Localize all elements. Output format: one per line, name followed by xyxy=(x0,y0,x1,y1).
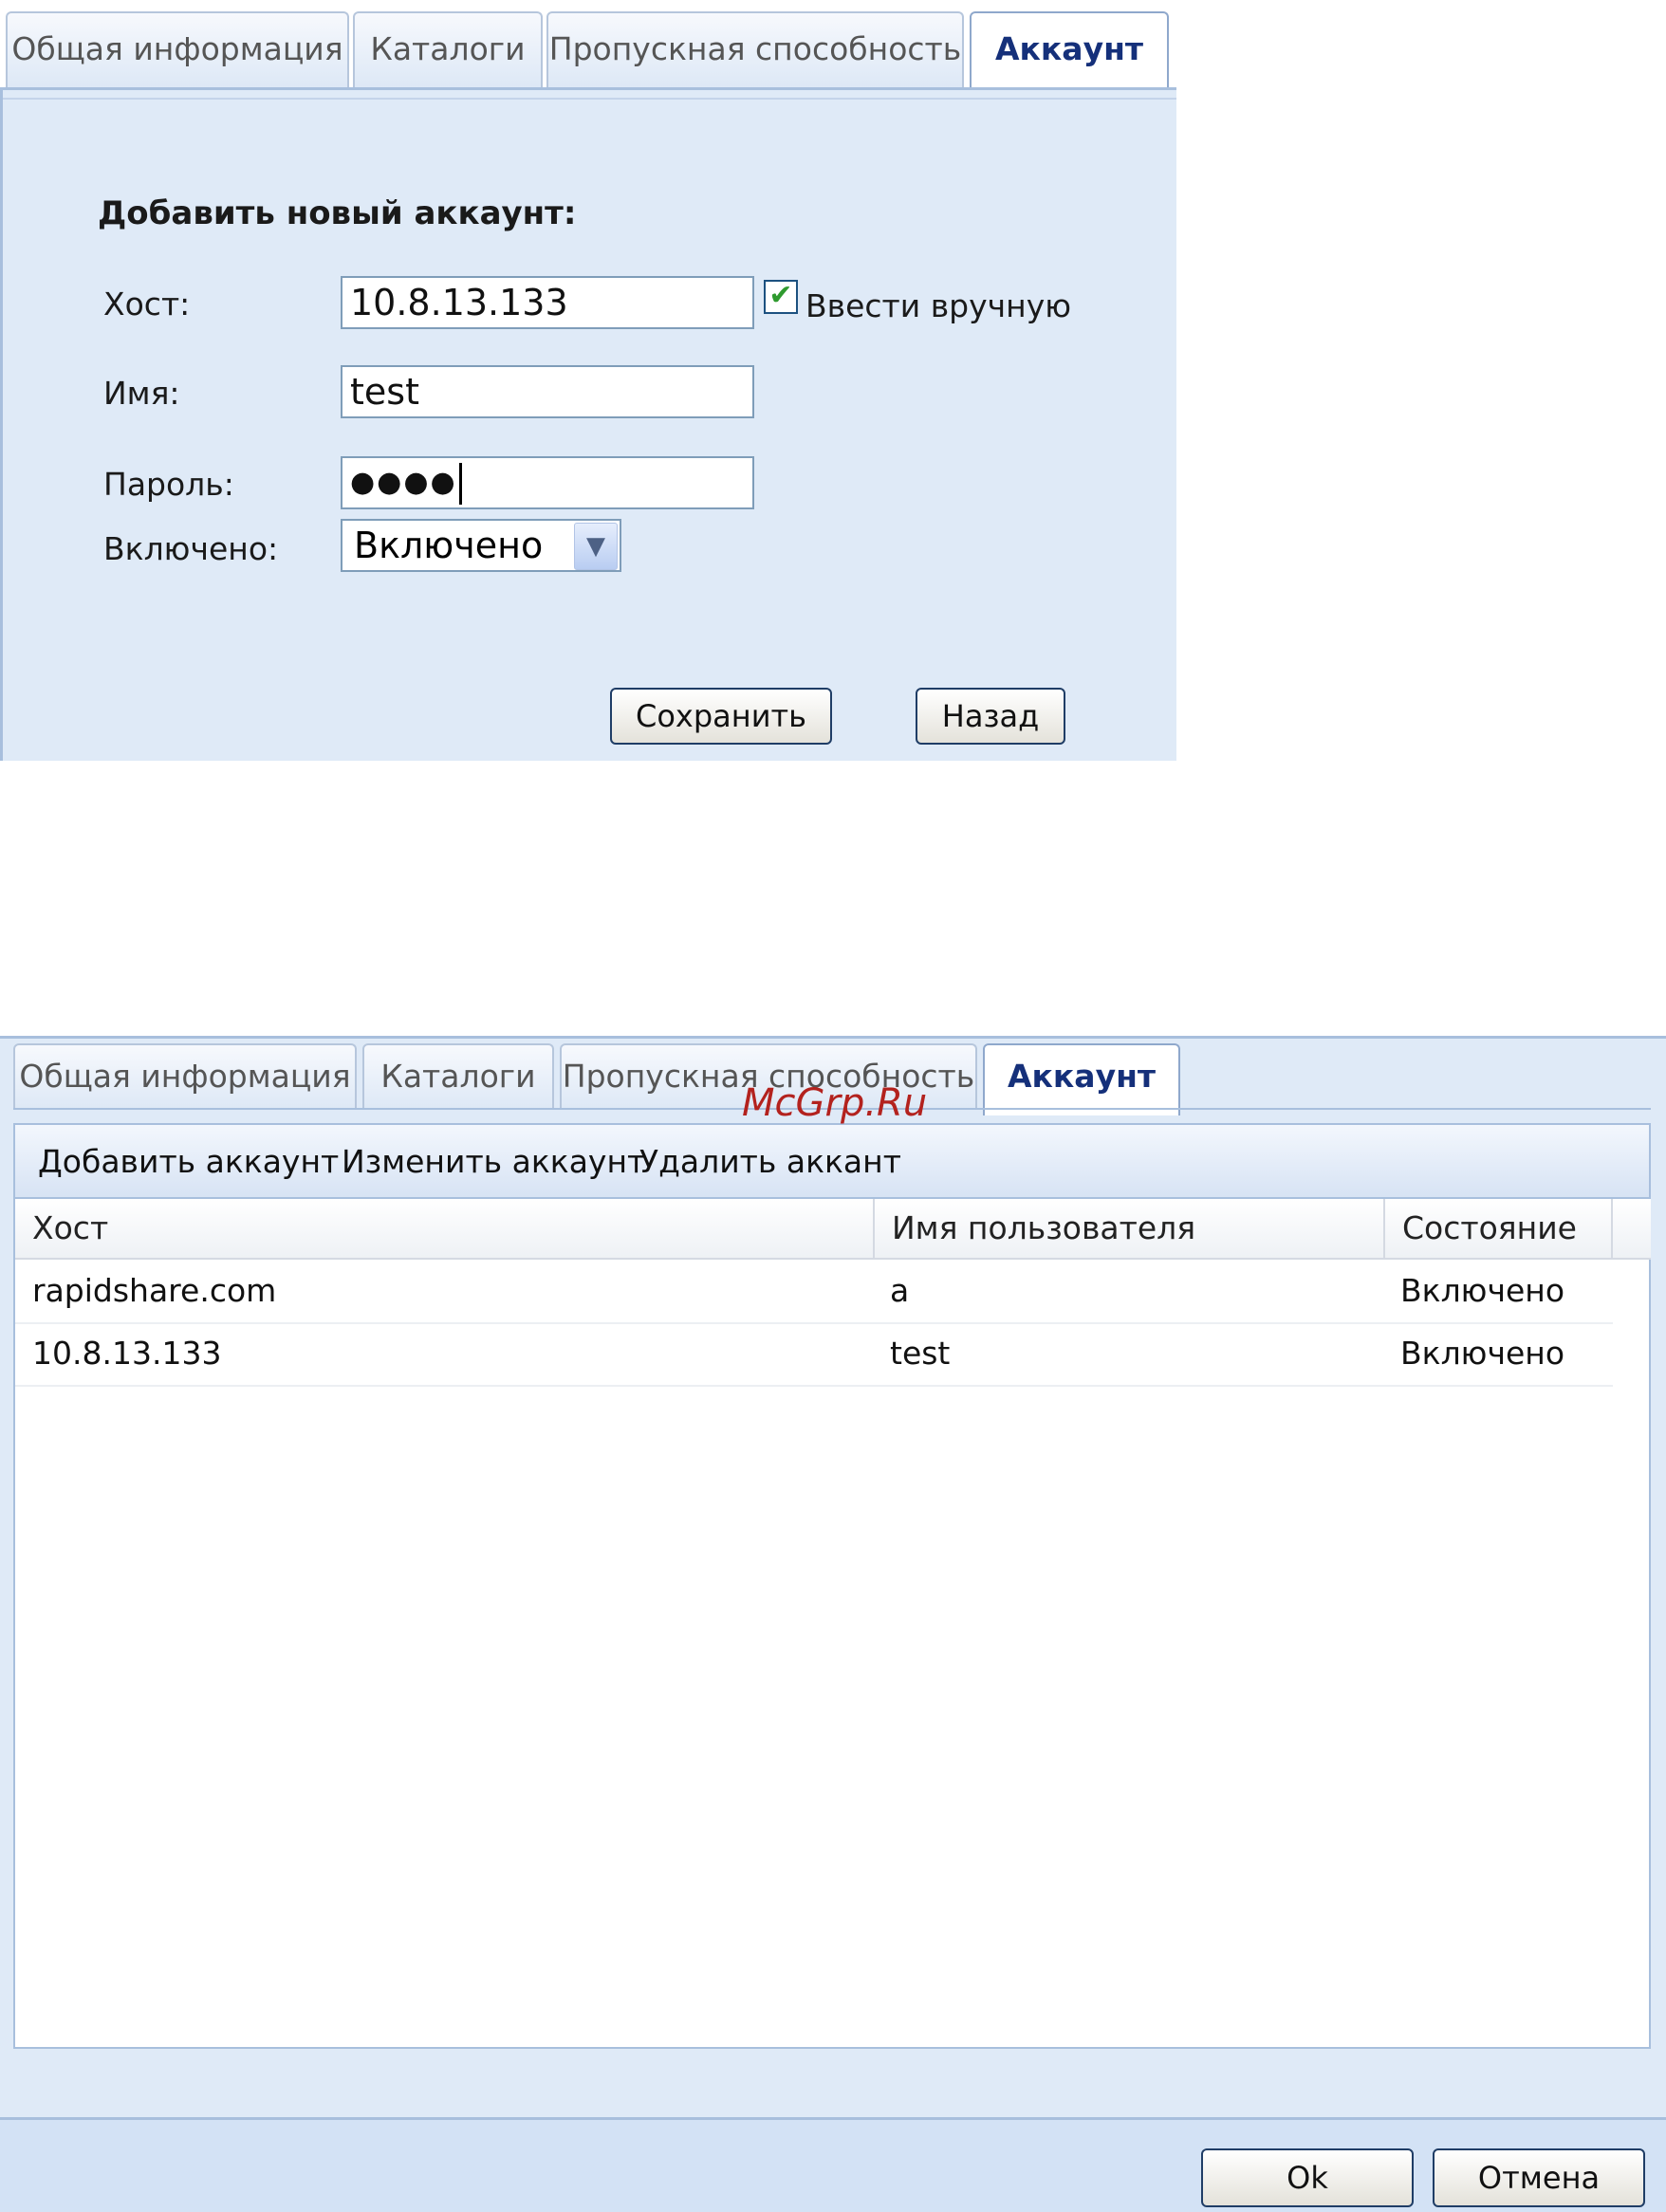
tab-catalogs[interactable]: Каталоги xyxy=(353,11,543,87)
top-tab-strip: Общая информация Каталоги Пропускная спо… xyxy=(0,0,1176,91)
dialog-footer: Ok Отмена xyxy=(0,2117,1666,2212)
column-header-host[interactable]: Хост xyxy=(15,1199,875,1260)
column-header-status[interactable]: Состояние xyxy=(1385,1199,1613,1260)
account-toolbar: Добавить аккаунт Изменить аккаунт Удалит… xyxy=(13,1123,1651,1199)
panel-divider xyxy=(3,98,1176,100)
cell-status: Включено xyxy=(1400,1335,1565,1372)
table-row[interactable]: 10.8.13.133 test Включено xyxy=(15,1322,1613,1387)
delete-account-button[interactable]: Удалить аккант xyxy=(639,1125,901,1199)
enabled-select-value: Включено xyxy=(354,525,544,566)
cell-host: 10.8.13.133 xyxy=(32,1335,222,1372)
tab-general-info[interactable]: Общая информация xyxy=(13,1043,357,1110)
tab-general-info[interactable]: Общая информация xyxy=(6,11,349,87)
column-header-username[interactable]: Имя пользователя xyxy=(875,1199,1385,1260)
add-account-button[interactable]: Добавить аккаунт xyxy=(38,1125,339,1199)
cell-host: rapidshare.com xyxy=(32,1272,277,1309)
manual-entry-label: Ввести вручную xyxy=(805,287,1072,324)
table-row[interactable]: rapidshare.com a Включено xyxy=(15,1260,1613,1324)
host-label: Хост: xyxy=(103,286,191,323)
edit-account-button[interactable]: Изменить аккаунт xyxy=(342,1125,645,1199)
chevron-down-icon[interactable]: ▼ xyxy=(574,523,618,570)
back-button[interactable]: Назад xyxy=(916,688,1065,745)
host-input[interactable]: 10.8.13.133 xyxy=(341,276,754,329)
enabled-select[interactable]: Включено ▼ xyxy=(341,519,621,572)
save-button[interactable]: Сохранить xyxy=(610,688,832,745)
check-icon: ✔ xyxy=(768,279,793,312)
accounts-table: Хост Имя пользователя Состояние rapidsha… xyxy=(13,1199,1651,2049)
cell-status: Включено xyxy=(1400,1272,1565,1309)
enabled-label: Включено: xyxy=(103,530,279,567)
text-caret xyxy=(458,462,462,505)
tab-catalogs[interactable]: Каталоги xyxy=(362,1043,554,1110)
name-input[interactable]: test xyxy=(341,365,754,418)
password-mask: ●●●● xyxy=(350,466,457,499)
column-header-filler xyxy=(1613,1199,1651,1260)
name-label: Имя: xyxy=(103,375,180,412)
manual-entry-checkbox[interactable]: ✔ xyxy=(764,280,798,314)
tab-bandwidth[interactable]: Пропускная способность xyxy=(546,11,964,87)
ok-button[interactable]: Ok xyxy=(1201,2148,1414,2207)
password-input[interactable]: ●●●● xyxy=(341,456,754,509)
cell-username: a xyxy=(890,1272,910,1309)
cell-username: test xyxy=(890,1335,951,1372)
password-label: Пароль: xyxy=(103,466,234,503)
tab-account[interactable]: Аккаунт xyxy=(970,11,1169,91)
cancel-button[interactable]: Отмена xyxy=(1433,2148,1645,2207)
watermark: McGrp.Ru xyxy=(742,1081,928,1125)
tab-account[interactable]: Аккаунт xyxy=(983,1043,1180,1115)
form-title: Добавить новый аккаунт: xyxy=(98,194,577,232)
add-account-panel: Добавить новый аккаунт: Хост: 10.8.13.13… xyxy=(0,87,1176,761)
